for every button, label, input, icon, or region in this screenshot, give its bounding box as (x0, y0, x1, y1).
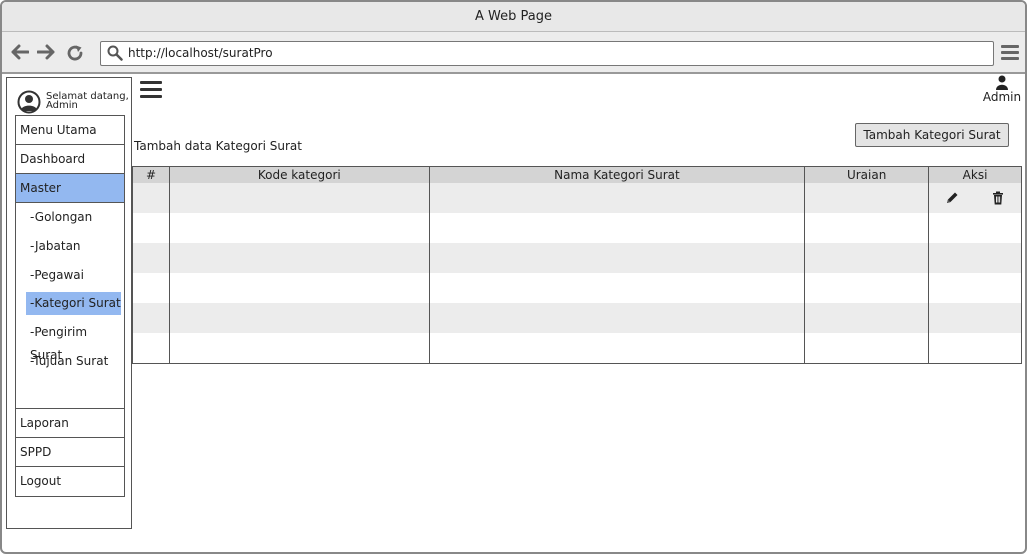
edit-icon[interactable] (945, 191, 959, 205)
search-icon (107, 45, 123, 61)
table-cell (132, 243, 170, 273)
table-cell (428, 183, 805, 213)
sidebar-subitem-pengirim-surat[interactable]: -Pengirim Surat (26, 321, 121, 362)
table-cell (132, 333, 170, 363)
url-text: http://localhost/suratPro (128, 46, 273, 60)
col-header-kode-kategori: Kode kategori (168, 166, 430, 183)
sidebar-subitem-kategori-surat[interactable]: -Kategori Surat (26, 292, 121, 315)
hamburger-icon[interactable] (140, 81, 162, 99)
table-cell (168, 333, 430, 363)
table-cell (168, 303, 430, 333)
table-row (132, 333, 1022, 363)
sidebar-item-laporan[interactable]: Laporan (16, 409, 124, 438)
table-row (132, 273, 1022, 303)
sidebar-item-sppd[interactable]: SPPD (16, 438, 124, 467)
table-cell (928, 273, 1022, 303)
table-cell (168, 243, 430, 273)
table-cell (168, 183, 430, 213)
browser-toolbar: http://localhost/suratPro (2, 32, 1025, 74)
welcome-text: Selamat datang, Admin (46, 92, 129, 111)
reload-icon[interactable] (65, 44, 85, 64)
sidebar-item-logout[interactable]: Logout (16, 467, 124, 496)
sidebar-item-master[interactable]: Master (16, 174, 124, 203)
table-row (132, 303, 1022, 333)
action-cell (928, 183, 1022, 213)
table-cell (168, 273, 430, 303)
table-row (132, 183, 1022, 213)
table-cell (168, 213, 430, 243)
user-menu[interactable]: Admin (980, 75, 1024, 107)
welcome-block: Selamat datang, Admin (17, 90, 132, 114)
table-cell (804, 303, 929, 333)
kategori-table: # Kode kategori Nama Kategori Surat Urai… (132, 166, 1022, 364)
table-cell (804, 273, 929, 303)
table-cell (132, 303, 170, 333)
sidebar-subitem-jabatan[interactable]: -Jabatan (26, 235, 121, 258)
avatar-icon (17, 90, 41, 114)
sidebar-subitem-pegawai[interactable]: -Pegawai (26, 264, 121, 287)
table-cell (132, 213, 170, 243)
col-header-number: # (132, 166, 170, 183)
table-cell (132, 273, 170, 303)
sidebar-subitem-tujuan-surat[interactable]: -Tujuan Surat (26, 350, 121, 373)
delete-icon[interactable] (991, 191, 1005, 205)
table-cell (928, 213, 1022, 243)
page-title: Tambah data Kategori Surat (134, 139, 302, 153)
table-cell (428, 333, 805, 363)
table-header-row: # Kode kategori Nama Kategori Surat Urai… (132, 166, 1022, 183)
welcome-line2: Admin (46, 100, 78, 111)
table-cell (804, 183, 929, 213)
sidebar-submenu-master: -Golongan -Jabatan -Pegawai -Kategori Su… (16, 203, 124, 409)
table-cell (132, 183, 170, 213)
address-bar[interactable]: http://localhost/suratPro (100, 41, 994, 66)
table-cell (804, 333, 929, 363)
back-arrow-icon[interactable] (10, 44, 30, 64)
user-icon (996, 75, 1008, 90)
table-cell (428, 273, 805, 303)
sidebar: Selamat datang, Admin Menu Utama Dashboa… (6, 77, 132, 529)
table-cell (428, 303, 805, 333)
table-cell (804, 213, 929, 243)
table-cell (428, 213, 805, 243)
table-row (132, 213, 1022, 243)
table-cell (928, 243, 1022, 273)
col-header-aksi: Aksi (928, 166, 1022, 183)
col-header-nama-kategori: Nama Kategori Surat (428, 166, 805, 183)
window-title: A Web Page (475, 9, 552, 24)
table-cell (928, 333, 1022, 363)
table-cell (428, 243, 805, 273)
menu-icon[interactable] (1001, 45, 1019, 61)
window-title-bar: A Web Page (2, 2, 1025, 32)
forward-arrow-icon[interactable] (36, 44, 56, 64)
table-cell (804, 243, 929, 273)
sidebar-subitem-golongan[interactable]: -Golongan (26, 206, 121, 229)
browser-window: A Web Page http://localhost/suratPro Sel… (0, 0, 1027, 554)
sidebar-menu: Menu Utama Dashboard Master -Golongan -J… (15, 115, 125, 497)
user-label: Admin (982, 90, 1022, 104)
add-kategori-button[interactable]: Tambah Kategori Surat (855, 123, 1009, 147)
col-header-uraian: Uraian (804, 166, 929, 183)
sidebar-item-menu-utama[interactable]: Menu Utama (16, 116, 124, 145)
table-row (132, 243, 1022, 273)
sidebar-item-dashboard[interactable]: Dashboard (16, 145, 124, 174)
table-cell (928, 303, 1022, 333)
